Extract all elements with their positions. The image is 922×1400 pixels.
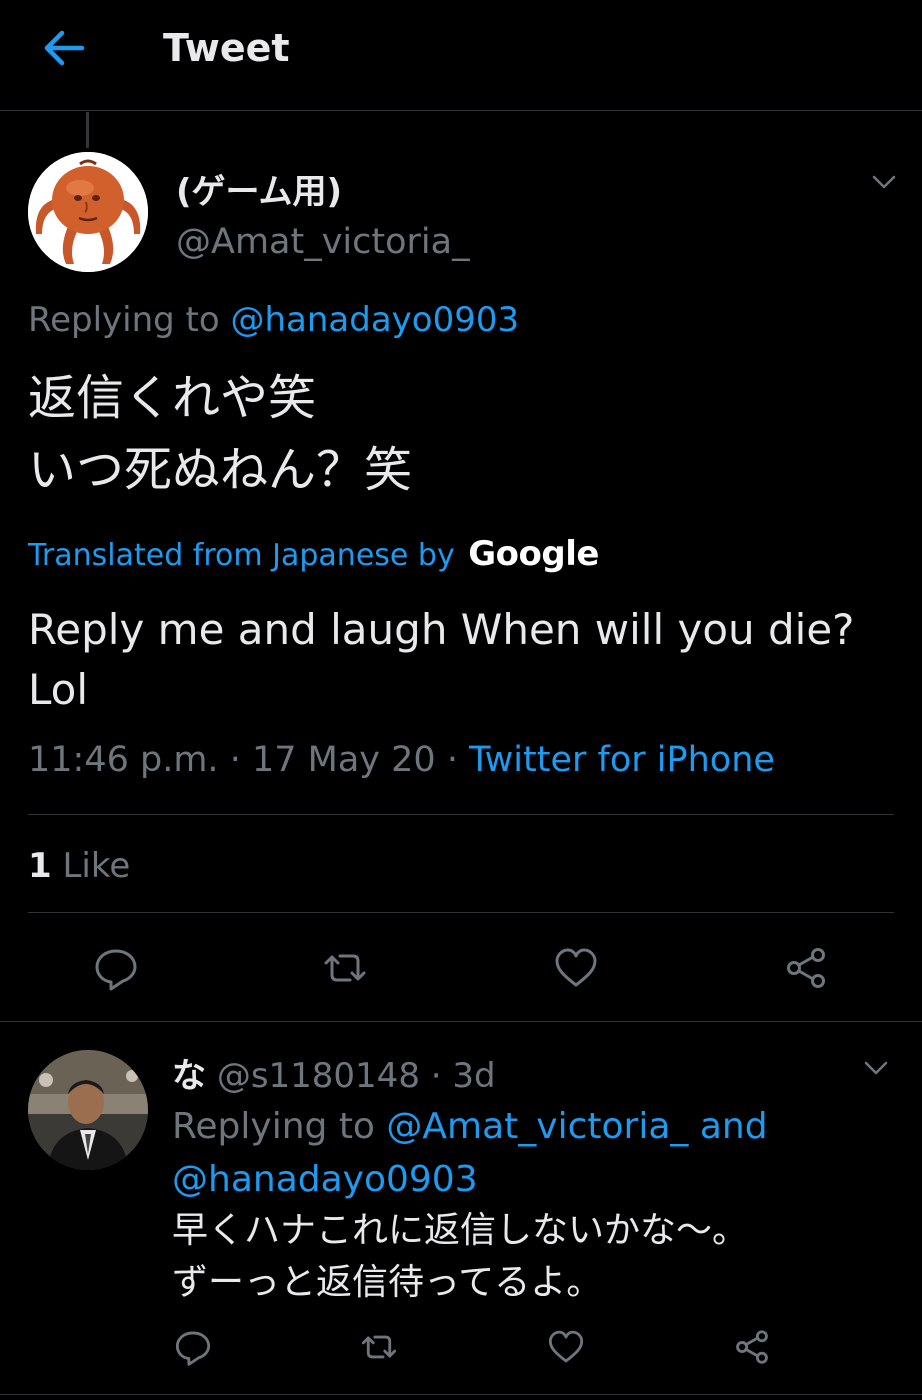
tweet-menu-button[interactable] <box>870 172 898 192</box>
reply-menu-button[interactable] <box>862 1058 890 1078</box>
tweet-time[interactable]: 11:46 p.m. <box>28 740 219 780</box>
google-logo: Google <box>468 534 599 574</box>
tweet-text-line: いつ死ぬねん？笑 <box>28 442 413 498</box>
tweet-divider <box>0 1021 922 1022</box>
chevron-down-icon <box>864 1061 888 1075</box>
reply-handle[interactable]: @s1180148 <box>217 1056 420 1096</box>
reply-display-name[interactable]: な <box>172 1056 206 1096</box>
user-handle[interactable]: @Amat_victoria_ <box>176 222 470 262</box>
retweet-button[interactable] <box>322 945 368 991</box>
thread-line <box>86 112 89 148</box>
reply-header: な @s1180148 · 3d <box>172 1048 496 1097</box>
reply-avatar[interactable] <box>28 1050 148 1170</box>
display-name[interactable]: (ゲーム用) <box>176 164 342 213</box>
tweet-text: 返信くれや笑 いつ死ぬねん？笑 <box>28 362 412 506</box>
replying-to-handle-link[interactable]: @hanadayo0903 <box>231 300 520 340</box>
like-icon <box>555 948 597 987</box>
reply-retweet-button[interactable] <box>360 1328 398 1366</box>
reply-replying-to: Replying to @Amat_victoria_ and @hanaday… <box>172 1100 892 1206</box>
replying-to: Replying to @hanadayo0903 <box>28 300 519 340</box>
reply-button[interactable] <box>93 945 139 991</box>
chevron-down-icon <box>872 175 896 189</box>
meta-separator: · <box>229 740 241 780</box>
tweet-source-link[interactable]: Twitter for iPhone <box>469 740 775 780</box>
like-button[interactable] <box>553 945 599 991</box>
header-divider <box>0 110 922 111</box>
avatar-image <box>28 152 148 272</box>
tweet-date[interactable]: 17 May 20 <box>252 740 436 780</box>
avatar[interactable] <box>28 152 148 272</box>
retweet-icon <box>361 1335 397 1359</box>
reply-share-button[interactable] <box>733 1328 771 1366</box>
tweet-text-line: 返信くれや笑 <box>28 370 317 426</box>
meta-separator: · <box>430 1056 442 1096</box>
reply-icon <box>95 949 137 991</box>
like-count-number: 1 <box>28 846 52 886</box>
reply-text: 早くハナこれに返信しないかな〜。 ずーっと返信待ってるよ。 <box>172 1205 748 1309</box>
replying-to-label: Replying to <box>172 1106 375 1147</box>
arrow-left-icon <box>44 30 85 66</box>
reply-age[interactable]: 3d <box>452 1056 495 1096</box>
meta-separator: · <box>446 740 458 780</box>
meta-divider <box>28 814 894 815</box>
likes-count[interactable]: 1 Like <box>28 846 130 886</box>
back-button[interactable] <box>40 28 86 68</box>
likes-divider <box>28 912 894 913</box>
like-count-label: Like <box>62 846 131 886</box>
retweet-icon <box>324 954 366 982</box>
tweet-meta: 11:46 p.m. · 17 May 20 · Twitter for iPh… <box>28 740 775 780</box>
reply-avatar-image <box>28 1050 148 1170</box>
share-button[interactable] <box>783 945 829 991</box>
reply-text-line: 早くハナこれに返信しないかな〜。 <box>172 1210 749 1251</box>
share-icon <box>736 1330 768 1364</box>
replying-to-label: Replying to <box>28 300 220 340</box>
reply-icon <box>175 1331 211 1366</box>
reply-divider <box>0 1394 922 1395</box>
reply-like-button[interactable] <box>547 1328 585 1366</box>
reply-reply-button[interactable] <box>174 1328 212 1366</box>
translated-label: Translated from Japanese by <box>28 538 455 573</box>
reply-text-line: ずーっと返信待ってるよ。 <box>172 1262 603 1303</box>
like-icon <box>548 1330 584 1363</box>
share-icon <box>787 948 825 988</box>
translation-attribution[interactable]: Translated from Japanese by Google <box>28 534 599 574</box>
page-title: Tweet <box>163 26 290 70</box>
translated-text: Reply me and laugh When will you die? Lo… <box>28 605 855 714</box>
